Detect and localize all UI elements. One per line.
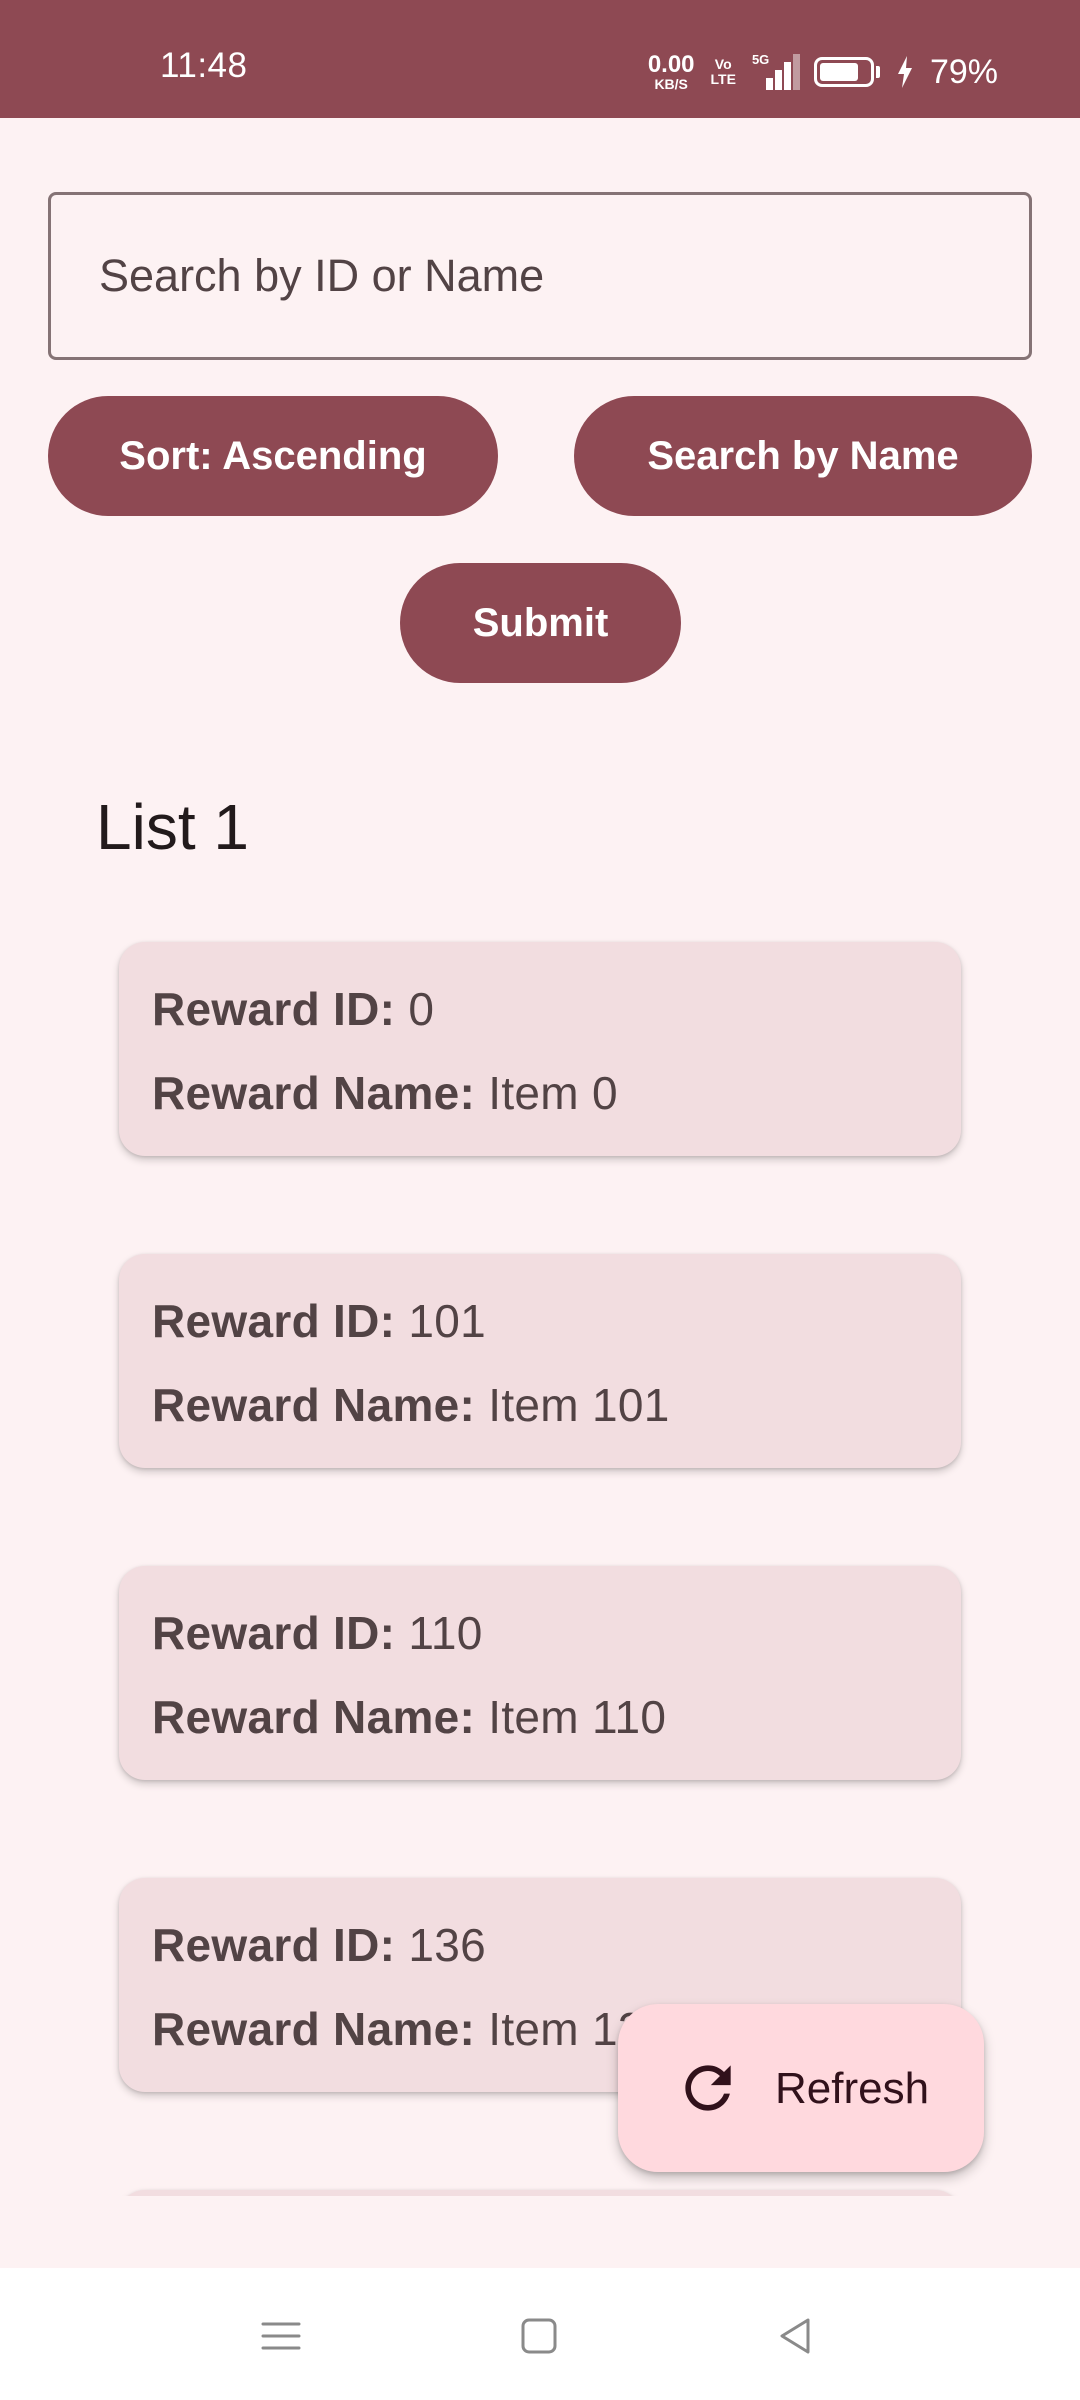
sort-button[interactable]: Sort: Ascending (48, 396, 498, 516)
volte-top: Vo (714, 56, 732, 73)
reward-name-row: Reward Name: Item 110 (152, 1690, 666, 1744)
search-input[interactable] (51, 195, 1029, 357)
net-speed-indicator: 0.00 KB/S (647, 51, 695, 92)
system-nav-bar (0, 2268, 1080, 2400)
reward-id-row: Reward ID: 136 (152, 1918, 486, 1972)
reward-id-value: 110 (408, 1607, 483, 1659)
reward-card[interactable]: Reward ID: 101 Reward Name: Item 101 (119, 1254, 961, 1468)
reward-name-value: Item 101 (488, 1379, 670, 1431)
menu-icon[interactable] (257, 2312, 305, 2360)
reward-id-row: Reward ID: 0 (152, 982, 434, 1036)
reward-card[interactable]: Reward ID: 110 Reward Name: Item 110 (119, 1566, 961, 1780)
signal-icon: 5G (751, 52, 800, 90)
reward-name-row: Reward Name: Item 136 (152, 2002, 670, 2056)
volte-icon: Vo LTE (711, 57, 736, 86)
net-speed-unit: KB/S (654, 76, 688, 92)
reward-name-label: Reward Name: (152, 1067, 476, 1119)
reward-name-label: Reward Name: (152, 1691, 476, 1743)
home-icon[interactable] (515, 2312, 563, 2360)
reward-id-label: Reward ID: (152, 1295, 396, 1347)
reward-card[interactable]: Reward ID: 0 Reward Name: Item 0 (119, 942, 961, 1156)
reward-id-value: 101 (408, 1295, 487, 1347)
reward-id-label: Reward ID: (152, 983, 396, 1035)
status-time: 11:48 (160, 46, 248, 85)
search-field[interactable] (48, 192, 1032, 360)
reward-name-label: Reward Name: (152, 2003, 476, 2055)
status-icons: 0.00 KB/S Vo LTE 5G 79% (648, 50, 998, 94)
volte-bottom: LTE (710, 71, 736, 87)
refresh-label: Refresh (775, 2064, 930, 2113)
submit-button[interactable]: Submit (400, 563, 681, 683)
reward-card-partial[interactable] (119, 2190, 961, 2196)
reward-id-row: Reward ID: 101 (152, 1294, 486, 1348)
reward-id-row: Reward ID: 110 (152, 1606, 483, 1660)
battery-percent: 79% (929, 52, 998, 91)
refresh-icon (685, 2065, 731, 2111)
reward-list[interactable]: Reward ID: 0 Reward Name: Item 0 Reward … (0, 900, 1080, 2196)
battery-icon (813, 57, 880, 87)
reward-name-value: Item 110 (488, 1691, 667, 1743)
search-mode-button[interactable]: Search by Name (574, 396, 1032, 516)
charging-icon (897, 56, 912, 88)
reward-id-value: 0 (408, 983, 435, 1035)
reward-id-value: 136 (408, 1919, 487, 1971)
reward-id-label: Reward ID: (152, 1607, 396, 1659)
reward-id-label: Reward ID: (152, 1919, 396, 1971)
reward-name-row: Reward Name: Item 101 (152, 1378, 670, 1432)
net-speed-value: 0.00 (647, 51, 695, 78)
status-bar: 11:48 0.00 KB/S Vo LTE 5G 79% (0, 0, 1080, 118)
reward-name-label: Reward Name: (152, 1379, 476, 1431)
reward-name-value: Item 0 (488, 1067, 618, 1119)
network-type: 5G (751, 52, 770, 67)
refresh-fab[interactable]: Refresh (618, 2004, 984, 2172)
list-title: List 1 (96, 791, 249, 863)
back-icon[interactable] (772, 2312, 820, 2360)
reward-name-row: Reward Name: Item 0 (152, 1066, 618, 1120)
